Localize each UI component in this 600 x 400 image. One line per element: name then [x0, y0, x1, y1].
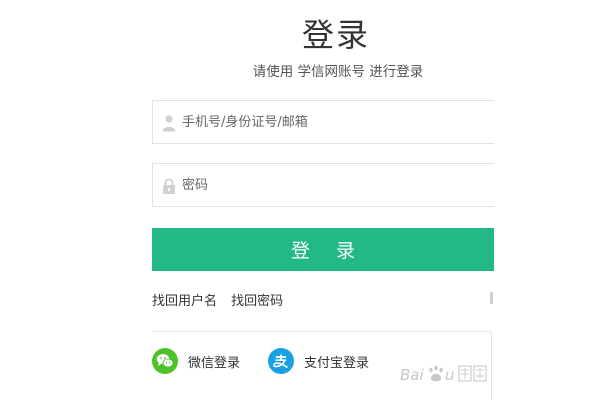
- find-username-link[interactable]: 找回用户名: [152, 294, 217, 309]
- alipay-login-button[interactable]: 支付宝登录: [268, 348, 369, 374]
- username-field[interactable]: [152, 100, 494, 144]
- find-password-link[interactable]: 找回密码: [231, 294, 283, 309]
- lock-icon: [162, 177, 176, 195]
- login-page: 登录 请使用 学信网账号 进行登录 登 录 找回用户名 找回密码: [0, 0, 600, 400]
- wechat-login-button[interactable]: 微信登录: [152, 348, 240, 374]
- wechat-login-label: 微信登录: [188, 355, 241, 371]
- svg-text:u: u: [445, 366, 455, 384]
- alipay-icon: [268, 348, 294, 374]
- baidu-watermark-logo: Bai u: [398, 358, 490, 388]
- wechat-icon: [152, 348, 178, 374]
- clipped-edge-mark: [490, 292, 493, 304]
- page-subtitle: 请使用 学信网账号 进行登录: [252, 64, 424, 80]
- svg-text:Bai: Bai: [400, 366, 424, 384]
- page-title: 登录: [301, 16, 370, 54]
- section-divider: [152, 331, 492, 332]
- password-field[interactable]: [152, 163, 494, 207]
- recovery-links: 找回用户名 找回密码: [152, 290, 293, 309]
- alipay-login-label: 支付宝登录: [304, 355, 370, 371]
- login-button[interactable]: 登 录: [152, 228, 494, 271]
- user-icon: [162, 114, 176, 132]
- password-input[interactable]: [182, 164, 482, 206]
- clipped-edge-line: [491, 333, 492, 400]
- username-input[interactable]: [182, 101, 482, 143]
